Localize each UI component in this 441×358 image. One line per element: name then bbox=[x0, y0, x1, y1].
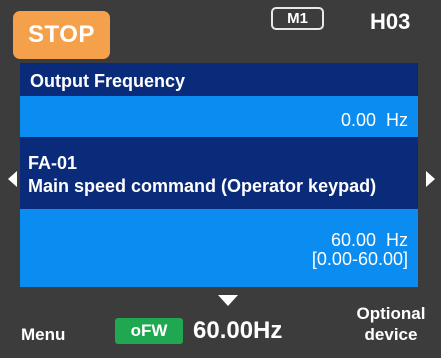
monitor-value: 0.00 Hz bbox=[340, 110, 408, 130]
scroll-indicator-icon bbox=[432, 6, 441, 18]
direction-badge: oFW bbox=[115, 318, 183, 344]
parameter-range: [0.00-60.00] bbox=[311, 249, 408, 269]
monitor-title-row: Output Frequency bbox=[20, 63, 418, 96]
chevron-right-icon[interactable] bbox=[426, 171, 435, 187]
monitor-title: Output Frequency bbox=[30, 71, 186, 91]
chevron-left-icon[interactable] bbox=[8, 171, 17, 187]
parameter-value-row[interactable]: 60.00 Hz [0.00-60.00] bbox=[20, 209, 418, 287]
parameter-row[interactable]: FA-01 Main speed command (Operator keypa… bbox=[20, 137, 418, 209]
frequency-readout: 60.00Hz bbox=[193, 317, 283, 344]
operator-screen: STOP M1 H03 Output Frequency 0.00 Hz FA-… bbox=[0, 0, 441, 358]
stop-status-badge: STOP bbox=[13, 11, 110, 59]
parameter-code: FA-01 bbox=[28, 153, 78, 173]
parameter-value: 60.00 Hz bbox=[330, 230, 408, 250]
optional-device-button[interactable]: Optional device bbox=[346, 303, 436, 345]
menu-button[interactable]: Menu bbox=[21, 325, 65, 345]
optional-device-sublabel: device bbox=[364, 325, 418, 344]
optional-device-label: Optional bbox=[356, 304, 426, 323]
screen-code: H03 bbox=[370, 9, 411, 34]
chevron-down-icon[interactable] bbox=[218, 295, 238, 306]
parameter-name: Main speed command (Operator keypad) bbox=[28, 176, 377, 196]
monitor-value-row: 0.00 Hz bbox=[20, 96, 418, 137]
monitor-mode-badge: M1 bbox=[271, 7, 324, 30]
